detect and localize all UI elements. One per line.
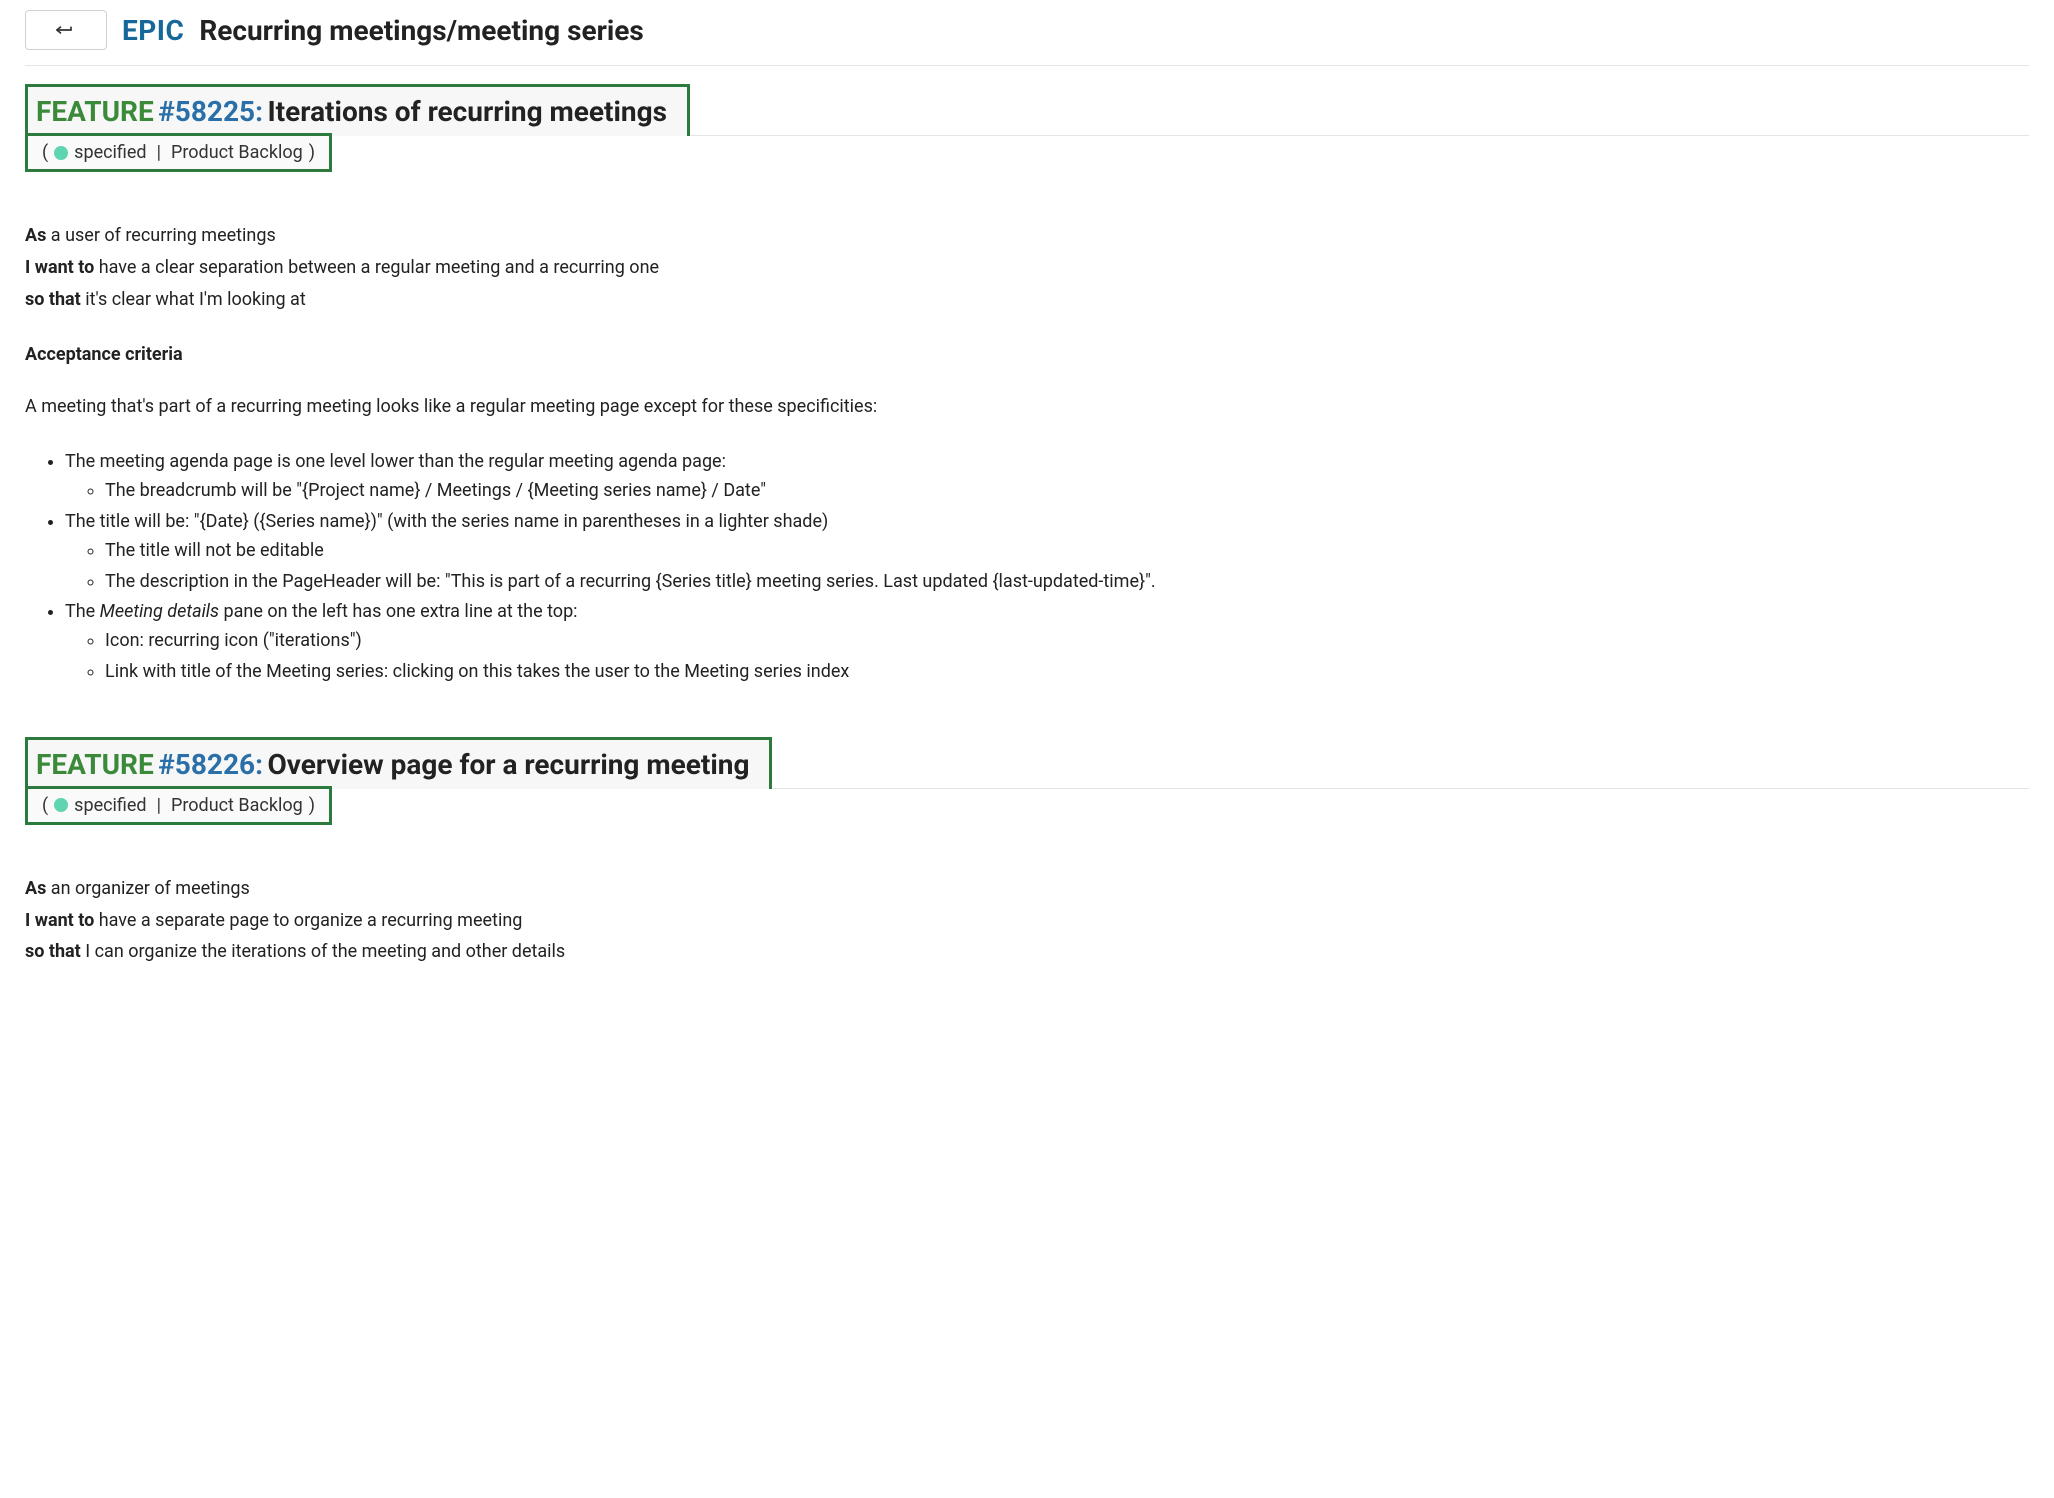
- story-as-label: As: [25, 878, 46, 899]
- feature-header: FEATURE #58226: Overview page for a recu…: [25, 737, 772, 789]
- list-item-text: The title will be: "{Date} ({Series name…: [65, 511, 828, 532]
- story-as: As a user of recurring meetings: [25, 222, 2029, 251]
- status-separator: |: [157, 795, 161, 816]
- status-close-paren: ): [309, 795, 315, 816]
- status-state: specified: [74, 795, 146, 816]
- story-want-label: I want to: [25, 257, 94, 278]
- story-as-text: a user of recurring meetings: [46, 225, 275, 246]
- status-separator: |: [157, 142, 161, 163]
- status-backlog: Product Backlog: [171, 142, 303, 163]
- header-divider: [25, 65, 2029, 66]
- acceptance-heading: Acceptance criteria: [25, 344, 2029, 365]
- story-so-label: so that: [25, 289, 81, 310]
- story-as-text: an organizer of meetings: [46, 878, 249, 899]
- list-item: The breadcrumb will be "{Project name} /…: [105, 477, 2029, 506]
- status-open-paren: (: [42, 142, 48, 163]
- story-so: so that it's clear what I'm looking at: [25, 286, 2029, 315]
- acceptance-intro: A meeting that's part of a recurring mee…: [25, 393, 2029, 420]
- story-so-label: so that: [25, 941, 81, 962]
- epic-type-label: EPIC: [122, 14, 184, 47]
- story-want: I want to have a clear separation betwee…: [25, 254, 2029, 283]
- story-so: so that I can organize the iterations of…: [25, 938, 2029, 967]
- list-item: The meeting agenda page is one level low…: [65, 448, 2029, 506]
- user-story: As a user of recurring meetings I want t…: [25, 222, 2029, 314]
- feature-status: ( specified | Product Backlog ): [25, 786, 332, 825]
- list-item-text-post: pane on the left has one extra line at t…: [219, 601, 577, 622]
- story-as-label: As: [25, 225, 46, 246]
- epic-title: Recurring meetings/meeting series: [199, 14, 643, 47]
- feature-title: Iterations of recurring meetings: [267, 95, 667, 128]
- story-as: As an organizer of meetings: [25, 875, 2029, 904]
- story-so-text: I can organize the iterations of the mee…: [81, 941, 565, 962]
- status-open-paren: (: [42, 795, 48, 816]
- feature-type-label: FEATURE: [36, 748, 154, 781]
- status-dot-icon: [54, 146, 68, 160]
- feature-title: Overview page for a recurring meeting: [267, 748, 749, 781]
- status-state: specified: [74, 142, 146, 163]
- feature-block: FEATURE #58225: Iterations of recurring …: [25, 84, 2029, 687]
- story-want: I want to have a separate page to organi…: [25, 907, 2029, 936]
- feature-header: FEATURE #58225: Iterations of recurring …: [25, 84, 690, 136]
- acceptance-sublist: The title will not be editable The descr…: [65, 537, 2029, 597]
- list-item-text-italic: Meeting details: [100, 601, 219, 622]
- story-want-text: have a clear separation between a regula…: [94, 257, 659, 278]
- list-item: The title will be: "{Date} ({Series name…: [65, 508, 2029, 596]
- story-so-text: it's clear what I'm looking at: [81, 289, 306, 310]
- story-want-text: have a separate page to organize a recur…: [94, 910, 522, 931]
- page-header: EPIC Recurring meetings/meeting series: [25, 10, 2029, 50]
- back-arrow-icon: [56, 23, 76, 37]
- list-item: The Meeting details pane on the left has…: [65, 598, 2029, 686]
- status-close-paren: ): [309, 142, 315, 163]
- list-item-text-pre: The: [65, 601, 100, 622]
- list-item: The title will not be editable: [105, 537, 2029, 566]
- status-backlog: Product Backlog: [171, 795, 303, 816]
- user-story: As an organizer of meetings I want to ha…: [25, 875, 2029, 967]
- list-item: The description in the PageHeader will b…: [105, 568, 2029, 597]
- story-want-label: I want to: [25, 910, 94, 931]
- feature-block: FEATURE #58226: Overview page for a recu…: [25, 737, 2029, 967]
- feature-id-link[interactable]: #58226:: [158, 748, 263, 781]
- status-dot-icon: [54, 798, 68, 812]
- list-item: Link with title of the Meeting series: c…: [105, 658, 2029, 687]
- feature-status: ( specified | Product Backlog ): [25, 133, 332, 172]
- acceptance-sublist: Icon: recurring icon ("iterations") Link…: [65, 627, 2029, 687]
- feature-id-link[interactable]: #58225:: [158, 95, 263, 128]
- list-item-text: The meeting agenda page is one level low…: [65, 451, 726, 472]
- list-item: Icon: recurring icon ("iterations"): [105, 627, 2029, 656]
- back-button[interactable]: [25, 10, 107, 50]
- feature-type-label: FEATURE: [36, 95, 154, 128]
- acceptance-list: The meeting agenda page is one level low…: [25, 448, 2029, 686]
- acceptance-sublist: The breadcrumb will be "{Project name} /…: [65, 477, 2029, 506]
